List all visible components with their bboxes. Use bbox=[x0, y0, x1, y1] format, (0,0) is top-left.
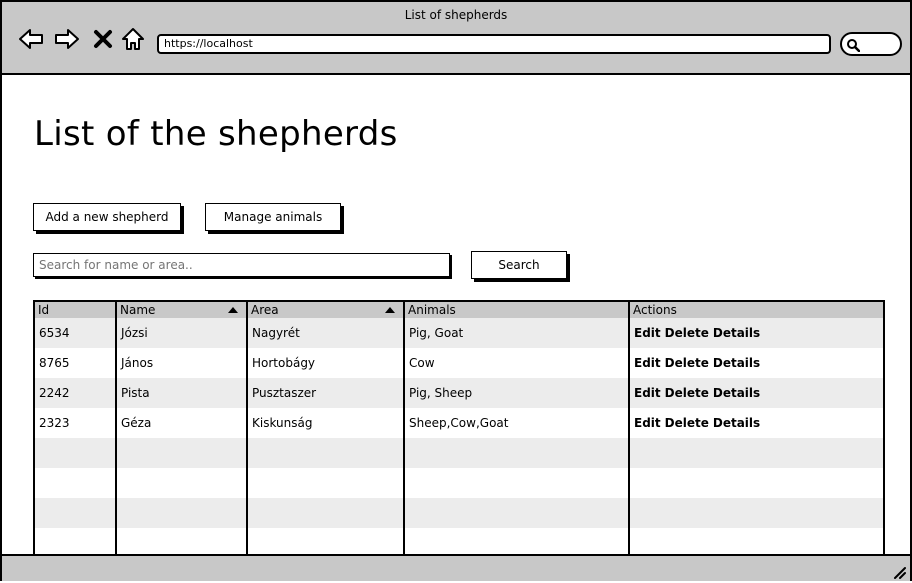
forward-arrow-icon[interactable] bbox=[54, 26, 80, 52]
edit-link[interactable]: Edit bbox=[634, 356, 661, 370]
cell-actions: Edit Delete Details bbox=[630, 348, 883, 378]
address-bar[interactable]: https://localhost bbox=[157, 34, 831, 54]
cell-id: 2323 bbox=[39, 416, 70, 430]
cell-area: Pusztaszer bbox=[252, 386, 317, 400]
cell-name: Pista bbox=[121, 386, 150, 400]
cell-animals: Sheep,Cow,Goat bbox=[409, 416, 509, 430]
cell-name: János bbox=[121, 356, 154, 370]
column-divider bbox=[115, 302, 117, 554]
details-link[interactable]: Details bbox=[713, 386, 760, 400]
resize-grip-icon[interactable] bbox=[892, 564, 906, 579]
table-row bbox=[35, 498, 883, 528]
column-header-name[interactable]: Name bbox=[117, 302, 246, 318]
details-link[interactable]: Details bbox=[713, 416, 760, 430]
details-link[interactable]: Details bbox=[713, 356, 760, 370]
edit-link[interactable]: Edit bbox=[634, 416, 661, 430]
cell-actions: Edit Delete Details bbox=[630, 318, 883, 348]
column-header-area[interactable]: Area bbox=[248, 302, 403, 318]
edit-link[interactable]: Edit bbox=[634, 386, 661, 400]
search-text-input[interactable] bbox=[39, 258, 449, 272]
column-divider bbox=[403, 302, 405, 554]
cell-animals: Cow bbox=[409, 356, 435, 370]
cell-id: 8765 bbox=[39, 356, 70, 370]
column-header-label: Area bbox=[251, 303, 279, 317]
browser-window: List of shepherds https://localhost List… bbox=[0, 0, 912, 581]
cell-name: Géza bbox=[121, 416, 152, 430]
column-header-label: Actions bbox=[633, 303, 677, 317]
cell-area: Hortobágy bbox=[252, 356, 316, 370]
column-header-label: Id bbox=[38, 303, 50, 317]
table-row bbox=[35, 528, 883, 554]
table-row[interactable]: 2323 Géza Kiskunság Sheep,Cow,Goat Edit Delet… bbox=[35, 408, 883, 438]
delete-link[interactable]: Delete bbox=[665, 356, 709, 370]
page-title: List of the shepherds bbox=[34, 114, 398, 154]
column-header-id[interactable]: Id bbox=[35, 302, 115, 318]
table-row[interactable]: 8765 János Hortobágy Cow Edit Delete Details bbox=[35, 348, 883, 378]
cell-actions: Edit Delete Details bbox=[630, 408, 883, 438]
column-header-label: Name bbox=[120, 303, 156, 317]
cell-area: Kiskunság bbox=[252, 416, 313, 430]
home-icon[interactable] bbox=[120, 26, 146, 52]
cell-area: Nagyrét bbox=[252, 326, 300, 340]
status-bar bbox=[2, 554, 910, 581]
add-shepherd-button[interactable]: Add a new shepherd bbox=[33, 203, 181, 231]
close-x-icon[interactable] bbox=[90, 26, 116, 52]
details-link[interactable]: Details bbox=[713, 326, 760, 340]
delete-link[interactable]: Delete bbox=[665, 326, 709, 340]
browser-toolbar: List of shepherds https://localhost bbox=[2, 2, 910, 75]
table-header: Id Name Area Animals Actions bbox=[35, 302, 883, 318]
search-input[interactable] bbox=[33, 253, 450, 277]
search-button[interactable]: Search bbox=[471, 251, 567, 279]
back-arrow-icon[interactable] bbox=[18, 26, 44, 52]
window-title: List of shepherds bbox=[404, 8, 508, 22]
browser-search-box[interactable] bbox=[840, 32, 902, 56]
cell-id: 2242 bbox=[39, 386, 70, 400]
column-header-actions: Actions bbox=[630, 302, 883, 318]
table-row bbox=[35, 438, 883, 468]
sort-ascending-icon[interactable] bbox=[385, 307, 395, 313]
column-divider bbox=[246, 302, 248, 554]
cell-id: 6534 bbox=[39, 326, 70, 340]
cell-animals: Pig, Goat bbox=[409, 326, 464, 340]
delete-link[interactable]: Delete bbox=[665, 416, 709, 430]
table-row[interactable]: 2242 Pista Pusztaszer Pig, Sheep Edit Delete D… bbox=[35, 378, 883, 408]
cell-animals: Pig, Sheep bbox=[409, 386, 473, 400]
column-header-label: Animals bbox=[408, 303, 456, 317]
delete-link[interactable]: Delete bbox=[665, 386, 709, 400]
table-row bbox=[35, 468, 883, 498]
cell-actions: Edit Delete Details bbox=[630, 378, 883, 408]
sort-ascending-icon[interactable] bbox=[228, 307, 238, 313]
cell-name: Józsi bbox=[121, 326, 148, 340]
column-divider bbox=[628, 302, 630, 554]
manage-animals-button[interactable]: Manage animals bbox=[205, 203, 341, 231]
column-header-animals[interactable]: Animals bbox=[405, 302, 628, 318]
search-icon bbox=[846, 37, 861, 53]
table-row[interactable]: 6534 Józsi Nagyrét Pig, Goat Edit Delete Detai… bbox=[35, 318, 883, 348]
edit-link[interactable]: Edit bbox=[634, 326, 661, 340]
shepherds-table: Id Name Area Animals Actions 6534 Józsi Na… bbox=[33, 300, 885, 556]
